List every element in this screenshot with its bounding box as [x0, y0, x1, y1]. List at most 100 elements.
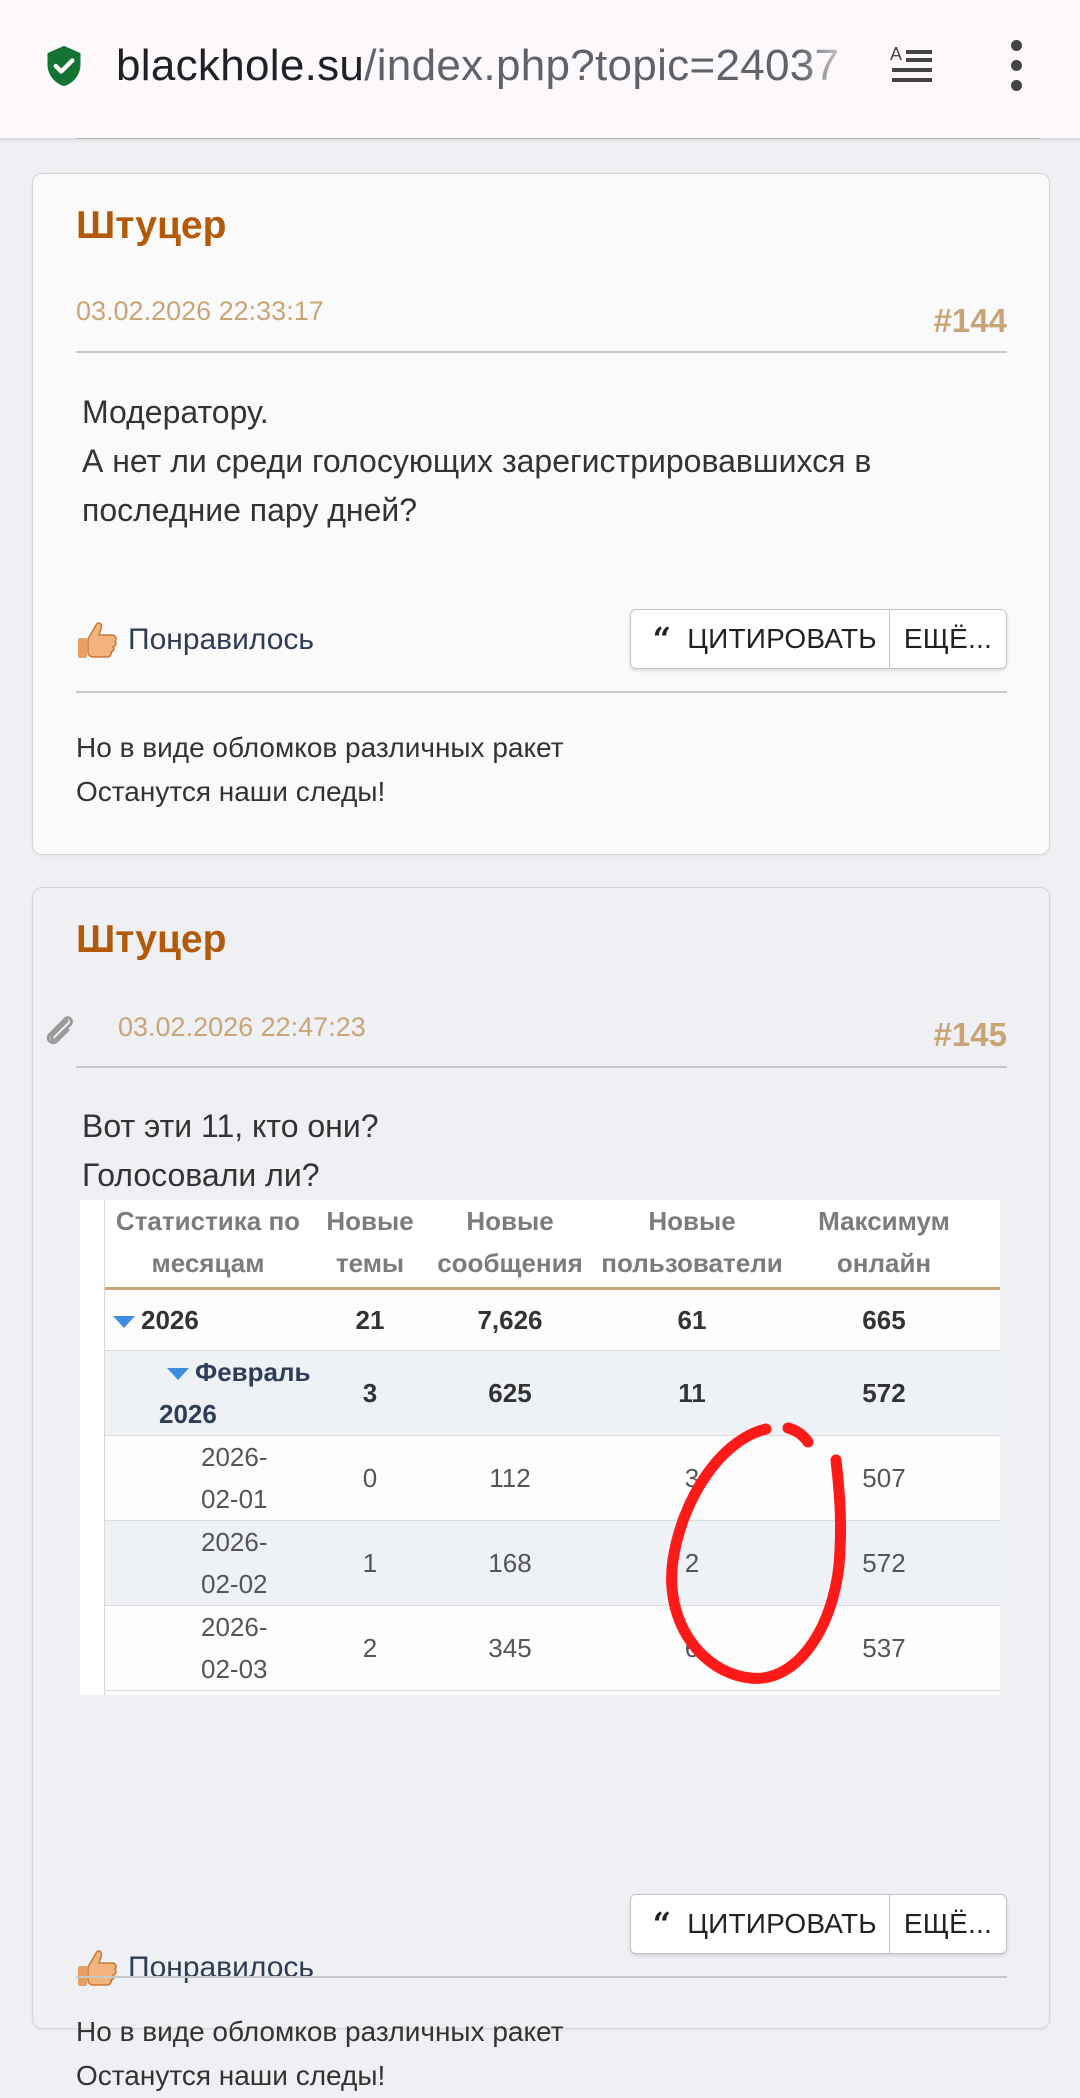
quote-button[interactable]: “ ЦИТИРОВАТЬ	[631, 1895, 890, 1953]
signature-line: Но в виде обломков различных ракет	[76, 732, 564, 763]
expand-triangle-icon[interactable]	[113, 1316, 135, 1329]
header-line: Статистика по	[115, 1206, 301, 1236]
post-body-line: Голосовали ли?	[82, 1157, 320, 1193]
post-author[interactable]: Штуцер	[76, 204, 226, 248]
row-label-text: 2026	[159, 1399, 217, 1429]
col-header-period: Статистика по месяцам	[105, 1200, 311, 1286]
like-button[interactable]: Понравилось	[76, 618, 314, 662]
post-body-line: последние пару дней?	[82, 492, 418, 528]
red-circle-annotation	[666, 1422, 847, 1684]
quote-icon: “	[652, 620, 672, 658]
row-label-text: 02-03	[201, 1654, 268, 1684]
row-label-text: 02-01	[201, 1484, 268, 1514]
header-line: Новые	[648, 1206, 736, 1236]
expand-triangle-icon[interactable]	[167, 1368, 189, 1381]
post-actions: “ ЦИТИРОВАТЬ ЕЩЁ...	[629, 1894, 1007, 1954]
browser-address-bar: blackhole.su/index.php?topic=24037 A	[0, 0, 1080, 138]
more-label: ЕЩЁ...	[903, 1908, 992, 1939]
row-label-text: 02-02	[201, 1569, 268, 1599]
url-field[interactable]: blackhole.su/index.php?topic=24037	[116, 36, 856, 96]
col-header-users: Новые пользователи	[591, 1200, 793, 1286]
quote-icon: “	[652, 1905, 672, 1943]
signature-line: Останутся наши следы!	[76, 776, 386, 807]
col-header-messages: Новые сообщения	[429, 1200, 591, 1286]
row-label-text: Февраль	[195, 1357, 311, 1387]
cell-messages: 625	[488, 1378, 532, 1408]
url-host: blackhole.su	[116, 41, 365, 90]
cell-messages: 7,626	[477, 1305, 543, 1335]
overflow-menu-icon[interactable]	[1000, 40, 1032, 92]
reader-mode-icon[interactable]: A	[888, 42, 936, 90]
cell-topics: 3	[362, 1378, 378, 1408]
post-actions: “ ЦИТИРОВАТЬ ЕЩЁ...	[629, 609, 1007, 669]
cell-topics: 0	[362, 1463, 378, 1493]
table-row[interactable]: 2026- 02-01 0 112 3 507	[105, 1436, 1000, 1521]
header-line: месяцам	[151, 1248, 265, 1278]
cell-online: 665	[862, 1305, 906, 1335]
post-body-line: Модератору.	[82, 394, 269, 430]
table-row[interactable]: Февраль 2026 3 625 11 572	[105, 1351, 1000, 1436]
post-number[interactable]: #144	[934, 302, 1007, 340]
row-label: 2026	[113, 1290, 313, 1350]
post-signature: Но в виде обломков различных ракет Остан…	[76, 2010, 564, 2098]
stats-table: Статистика по месяцам Новые темы Новые с…	[104, 1200, 1000, 1695]
post-body-line: Вот эти 11, кто они?	[82, 1108, 379, 1144]
post-signature: Но в виде обломков различных ракет Остан…	[76, 726, 564, 814]
header-line: Максимум	[818, 1206, 950, 1236]
header-line: пользователи	[601, 1248, 783, 1278]
cell-topics: 2	[362, 1633, 378, 1663]
more-label: ЕЩЁ...	[903, 623, 992, 654]
row-label-text: 2026	[141, 1305, 199, 1335]
like-button[interactable]: Понравилось	[76, 1946, 314, 1990]
quote-label: ЦИТИРОВАТЬ	[687, 1908, 877, 1939]
paperclip-icon	[46, 1016, 73, 1045]
col-header-topics: Новые темы	[311, 1200, 429, 1286]
divider	[76, 691, 1007, 693]
header-line: Новые	[466, 1206, 554, 1236]
thumbs-up-icon	[78, 622, 117, 658]
post-author[interactable]: Штуцер	[76, 918, 226, 962]
signature-line: Но в виде обломков различных ракет	[76, 2016, 564, 2047]
row-label: 2026- 02-03	[201, 1606, 321, 1690]
cell-messages: 168	[488, 1548, 532, 1578]
post-body: Модератору. А нет ли среди голосующих за…	[82, 388, 871, 535]
row-label: 2026- 02-01	[201, 1436, 321, 1520]
secure-shield-icon[interactable]	[42, 44, 86, 88]
post-body: Вот эти 11, кто они? Голосовали ли?	[82, 1102, 379, 1200]
divider	[76, 351, 1007, 353]
row-label-text: 2026-	[201, 1527, 268, 1557]
thumbs-up-icon	[78, 1950, 117, 1986]
divider	[76, 1066, 1007, 1068]
row-label-text: 2026-	[201, 1442, 268, 1472]
header-line: темы	[335, 1248, 405, 1278]
header-line: сообщения	[437, 1248, 583, 1278]
more-button[interactable]: ЕЩЁ...	[890, 1895, 1006, 1953]
url-path: /index.php?topic=24037	[364, 41, 840, 90]
svg-text:A: A	[890, 44, 902, 64]
url-fade	[800, 36, 860, 96]
like-label: Понравилось	[128, 623, 315, 656]
row-label-text: 2026-	[201, 1612, 268, 1642]
post-date: 03.02.2026 22:33:17	[76, 296, 324, 326]
col-header-online: Максимум онлайн	[793, 1200, 975, 1286]
row-label: Февраль 2026	[159, 1351, 319, 1435]
quote-button[interactable]: “ ЦИТИРОВАТЬ	[631, 610, 890, 668]
header-line: Новые	[326, 1206, 414, 1236]
row-label: 2026- 02-02	[201, 1521, 321, 1605]
like-label: Понравилось	[128, 1951, 315, 1984]
cell-topics: 21	[355, 1305, 385, 1335]
post-date: 03.02.2026 22:47:23	[118, 1012, 366, 1042]
table-row[interactable]: 2026 21 7,626 61 665	[105, 1290, 1000, 1351]
more-button[interactable]: ЕЩЁ...	[890, 610, 1006, 668]
post-number[interactable]: #145	[934, 1016, 1007, 1054]
stats-table-image[interactable]: Статистика по месяцам Новые темы Новые с…	[80, 1200, 1000, 1695]
cell-topics: 1	[362, 1548, 378, 1578]
quote-label: ЦИТИРОВАТЬ	[687, 623, 877, 654]
post-body-line: А нет ли среди голосующих зарегистрирова…	[82, 443, 872, 479]
cell-users: 61	[677, 1305, 707, 1335]
cell-messages: 345	[488, 1633, 532, 1663]
cell-messages: 112	[489, 1463, 531, 1493]
signature-line: Останутся наши следы!	[76, 2060, 386, 2091]
table-row[interactable]: 2026- 02-02 1 168 2 572	[105, 1521, 1000, 1606]
table-row[interactable]: 2026- 02-03 2 345 6 537	[105, 1606, 1000, 1691]
